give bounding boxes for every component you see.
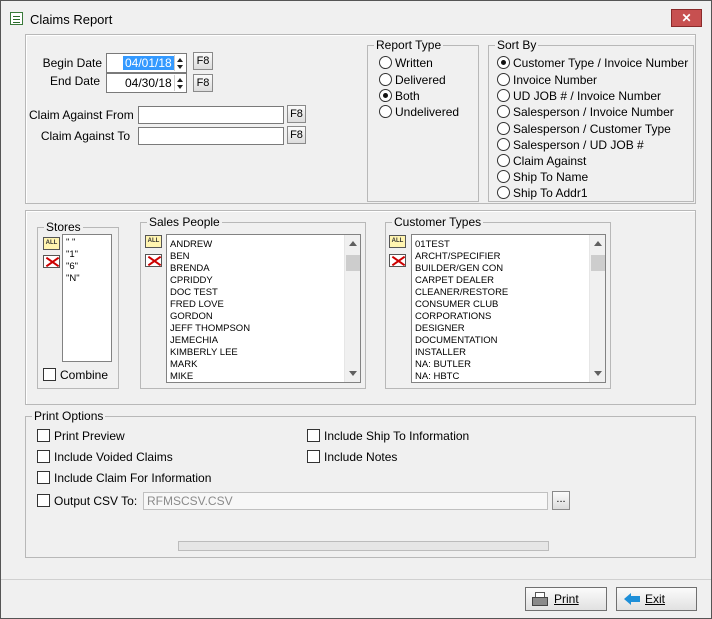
scroll-down-icon[interactable] (349, 371, 357, 376)
exit-arrow-icon (624, 593, 640, 605)
customer-types-list[interactable]: 01TEST ARCHT/SPECIFIER BUILDER/GEN CON C… (411, 234, 606, 383)
end-date-value: 04/30/18 (125, 76, 172, 90)
scroll-thumb[interactable] (346, 255, 360, 271)
list-item[interactable]: NA: BUTLER (415, 359, 471, 371)
select-all-salespeople-icon[interactable]: ALL (145, 235, 162, 248)
begin-date-spinner[interactable] (174, 55, 185, 71)
list-item[interactable]: KIMBERLY LEE (170, 347, 238, 359)
list-item[interactable]: CONSUMER CLUB (415, 299, 498, 311)
sales-people-scrollbar[interactable] (344, 235, 360, 382)
print-button-label: Print (554, 592, 579, 606)
deselect-all-stores-icon[interactable] (43, 255, 60, 268)
select-all-stores-icon[interactable]: ALL (43, 237, 60, 250)
deselect-all-customer-types-icon[interactable] (389, 254, 406, 267)
customer-types-scrollbar[interactable] (589, 235, 605, 382)
list-item[interactable]: CARPET DEALER (415, 275, 494, 287)
claim-against-to-f8-button[interactable]: F8 (287, 126, 306, 144)
browse-csv-button[interactable]: ... (552, 491, 570, 510)
claim-against-from-f8-button[interactable]: F8 (287, 105, 306, 123)
list-item[interactable]: JEMECHIA (170, 335, 218, 347)
end-date-label: End Date (49, 74, 100, 88)
scroll-thumb[interactable] (591, 255, 605, 271)
scroll-down-icon[interactable] (594, 371, 602, 376)
begin-date-input[interactable]: 04/01/18 (106, 53, 187, 73)
exit-button[interactable]: Exit (616, 587, 697, 611)
list-item[interactable]: ANDREW (170, 239, 212, 251)
list-item[interactable]: CORPORATIONS (415, 311, 491, 323)
close-button[interactable]: ✕ (671, 9, 702, 27)
list-item[interactable]: " " (66, 237, 75, 249)
scroll-up-icon[interactable] (594, 241, 602, 246)
close-icon: ✕ (681, 11, 692, 25)
begin-date-value: 04/01/18 (123, 56, 174, 70)
list-item[interactable]: JEFF THOMPSON (170, 323, 250, 335)
list-item[interactable]: 01TEST (415, 239, 450, 251)
list-item[interactable]: DOC TEST (170, 287, 218, 299)
customer-types-legend: Customer Types (392, 215, 484, 229)
stores-list[interactable]: " " "1" "6" "N" (62, 234, 112, 362)
list-item[interactable]: MARK (170, 359, 197, 371)
button-bar-separator (1, 579, 711, 580)
end-date-f8-button[interactable]: F8 (193, 74, 213, 92)
list-item[interactable]: ARCHT/SPECIFIER (415, 251, 501, 263)
list-item[interactable]: DOCUMENTATION (415, 335, 498, 347)
report-app-icon (10, 12, 23, 25)
print-button[interactable]: Print (525, 587, 607, 611)
output-csv-path-input[interactable]: RFMSCSV.CSV (143, 492, 548, 510)
end-date-spinner[interactable] (174, 75, 185, 91)
list-item[interactable]: BEN (170, 251, 190, 263)
list-item[interactable]: BUILDER/GEN CON (415, 263, 503, 275)
window-title: Claims Report (30, 12, 113, 27)
list-item[interactable]: MIKE (170, 371, 193, 382)
list-item[interactable]: FRED LOVE (170, 299, 224, 311)
list-item[interactable]: CPRIDDY (170, 275, 213, 287)
claim-against-to-label: Claim Against To (40, 129, 130, 143)
title-bar[interactable]: Claims Report ✕ (1, 1, 711, 35)
end-date-input[interactable]: 04/30/18 (106, 73, 187, 93)
sales-people-legend: Sales People (147, 215, 222, 229)
scroll-up-icon[interactable] (349, 241, 357, 246)
list-item[interactable]: BRENDA (170, 263, 210, 275)
progress-bar (178, 541, 549, 551)
deselect-all-salespeople-icon[interactable] (145, 254, 162, 267)
stores-legend: Stores (44, 220, 83, 234)
output-csv-path-value: RFMSCSV.CSV (147, 494, 233, 508)
list-item[interactable]: "N" (66, 273, 80, 285)
list-item[interactable]: NA: HBTC (415, 371, 459, 382)
print-options-legend: Print Options (32, 409, 106, 423)
claim-against-from-input[interactable] (138, 106, 284, 124)
list-item[interactable]: "6" (66, 261, 78, 273)
claims-report-window: Claims Report ✕ Begin Date 04/01/18 F8 E… (0, 0, 712, 619)
exit-button-label: Exit (645, 592, 666, 606)
begin-date-label: Begin Date (42, 56, 102, 70)
claim-against-from-label: Claim Against From (29, 108, 134, 122)
list-item[interactable]: "1" (66, 249, 78, 261)
begin-date-f8-button[interactable]: F8 (193, 52, 213, 70)
list-item[interactable]: DESIGNER (415, 323, 465, 335)
report-type-legend: Report Type (374, 38, 444, 52)
select-all-customer-types-icon[interactable]: ALL (389, 235, 406, 248)
sales-people-list[interactable]: ANDREW BEN BRENDA CPRIDDY DOC TEST FRED … (166, 234, 361, 383)
claim-against-to-input[interactable] (138, 127, 284, 145)
sort-by-legend: Sort By (495, 38, 539, 52)
list-item[interactable]: INSTALLER (415, 347, 466, 359)
list-item[interactable]: GORDON (170, 311, 213, 323)
list-item[interactable]: CLEANER/RESTORE (415, 287, 508, 299)
printer-icon (532, 592, 548, 606)
